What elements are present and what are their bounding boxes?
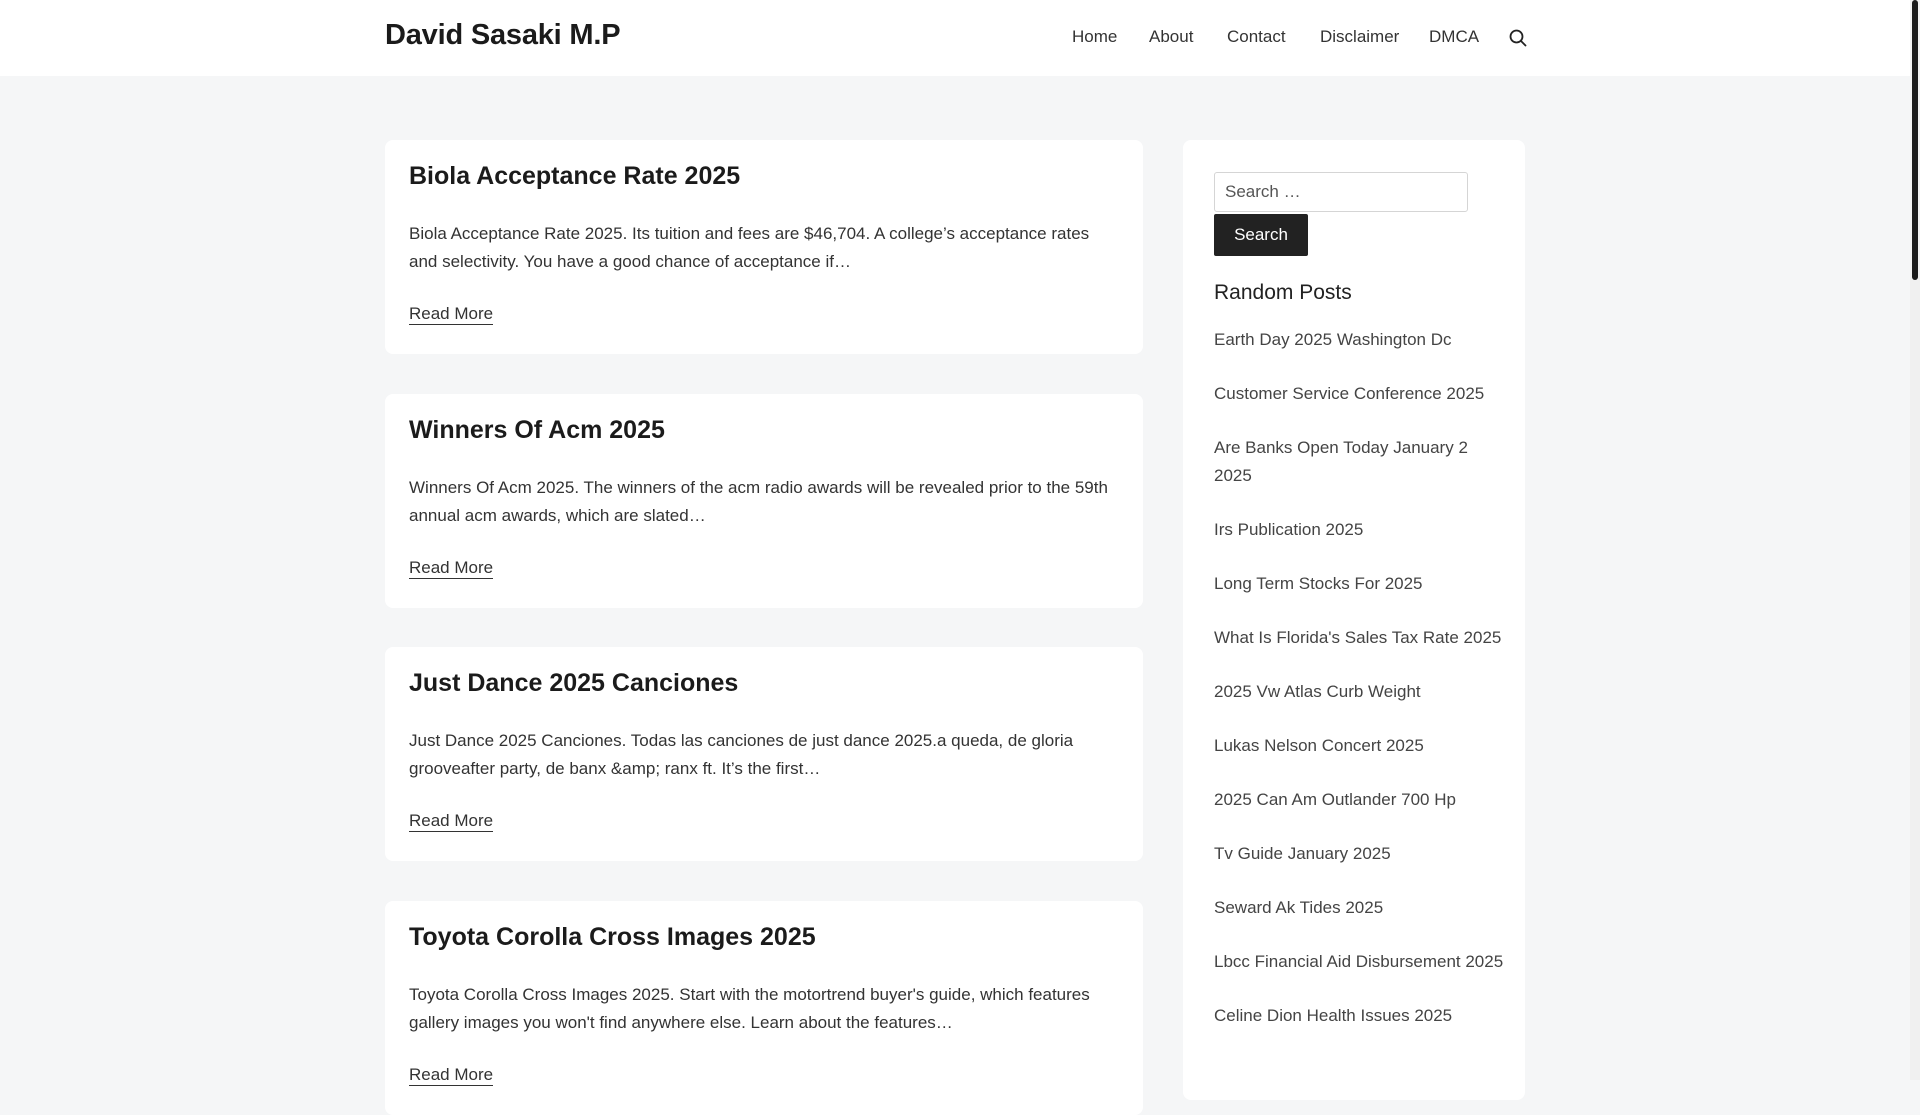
random-posts-list: Earth Day 2025 Washington Dc Customer Se… — [1214, 326, 1504, 1056]
random-post-link[interactable]: Are Banks Open Today January 2 2025 — [1214, 438, 1468, 485]
post-title[interactable]: Biola Acceptance Rate 2025 — [409, 162, 740, 191]
random-post-link[interactable]: Lbcc Financial Aid Disbursement 2025 — [1214, 952, 1503, 971]
post-excerpt: Just Dance 2025 Canciones. Todas las can… — [409, 731, 1074, 778]
scrollbar-thumb[interactable] — [1912, 0, 1918, 280]
nav-disclaimer[interactable]: Disclaimer — [1320, 27, 1399, 47]
random-posts-title: Random Posts — [1214, 281, 1352, 304]
random-post-link[interactable]: What Is Florida's Sales Tax Rate 2025 — [1214, 628, 1501, 647]
random-post-link[interactable]: Lukas Nelson Concert 2025 — [1214, 736, 1424, 755]
site-title[interactable]: David Sasaki M.P — [385, 19, 621, 52]
list-item: 2025 Can Am Outlander 700 Hp — [1214, 786, 1504, 814]
post-card: Just Dance 2025 Canciones Just Dance 202… — [385, 647, 1143, 861]
post-excerpt: Winners Of Acm 2025. The winners of the … — [409, 478, 1108, 525]
random-post-link[interactable]: Customer Service Conference 2025 — [1214, 384, 1484, 403]
list-item: Celine Dion Health Issues 2025 — [1214, 1002, 1504, 1030]
nav-contact[interactable]: Contact — [1227, 27, 1286, 47]
list-item: Irs Publication 2025 — [1214, 516, 1504, 544]
search-input[interactable] — [1214, 172, 1468, 212]
random-post-link[interactable]: 2025 Vw Atlas Curb Weight — [1214, 682, 1421, 701]
read-more-link[interactable]: Read More — [409, 811, 494, 832]
list-item: Are Banks Open Today January 2 2025 — [1214, 434, 1504, 490]
post-title[interactable]: Just Dance 2025 Canciones — [409, 669, 738, 698]
list-item: Earth Day 2025 Washington Dc — [1214, 326, 1504, 354]
random-post-link[interactable]: 2025 Can Am Outlander 700 Hp — [1214, 790, 1456, 809]
random-post-link[interactable]: Long Term Stocks For 2025 — [1214, 574, 1423, 593]
nav-dmca[interactable]: DMCA — [1429, 27, 1479, 47]
post-title[interactable]: Winners Of Acm 2025 — [409, 416, 665, 445]
nav-home[interactable]: Home — [1072, 27, 1117, 47]
nav-about[interactable]: About — [1149, 27, 1193, 47]
post-card: Winners Of Acm 2025 Winners Of Acm 2025.… — [385, 394, 1143, 608]
list-item: Customer Service Conference 2025 — [1214, 380, 1504, 408]
site-header: David Sasaki M.P Home About Contact Disc… — [0, 0, 1910, 76]
list-item: 2025 Vw Atlas Curb Weight — [1214, 678, 1504, 706]
list-item: Tv Guide January 2025 — [1214, 840, 1504, 868]
list-item: Long Term Stocks For 2025 — [1214, 570, 1504, 598]
read-more-link[interactable]: Read More — [409, 1065, 494, 1086]
read-more-link[interactable]: Read More — [409, 304, 494, 325]
post-excerpt: Biola Acceptance Rate 2025. Its tuition … — [409, 224, 1090, 271]
list-item: What Is Florida's Sales Tax Rate 2025 — [1214, 624, 1504, 652]
random-post-link[interactable]: Earth Day 2025 Washington Dc — [1214, 330, 1452, 349]
sidebar: Search Random Posts Earth Day 2025 Washi… — [1183, 140, 1525, 1100]
random-post-link[interactable]: Irs Publication 2025 — [1214, 520, 1363, 539]
search-icon[interactable] — [1508, 28, 1528, 48]
post-card: Toyota Corolla Cross Images 2025 Toyota … — [385, 901, 1143, 1115]
list-item: Lukas Nelson Concert 2025 — [1214, 732, 1504, 760]
read-more-link[interactable]: Read More — [409, 558, 494, 579]
post-card: Biola Acceptance Rate 2025 Biola Accepta… — [385, 140, 1143, 354]
search-button[interactable]: Search — [1214, 214, 1308, 256]
post-excerpt: Toyota Corolla Cross Images 2025. Start … — [409, 985, 1090, 1032]
random-post-link[interactable]: Seward Ak Tides 2025 — [1214, 898, 1383, 917]
list-item: Lbcc Financial Aid Disbursement 2025 — [1214, 948, 1504, 976]
random-post-link[interactable]: Tv Guide January 2025 — [1214, 844, 1391, 863]
search-icon-svg — [1509, 29, 1527, 47]
random-post-link[interactable]: Celine Dion Health Issues 2025 — [1214, 1006, 1452, 1025]
list-item: Seward Ak Tides 2025 — [1214, 894, 1504, 922]
post-title[interactable]: Toyota Corolla Cross Images 2025 — [409, 923, 816, 952]
